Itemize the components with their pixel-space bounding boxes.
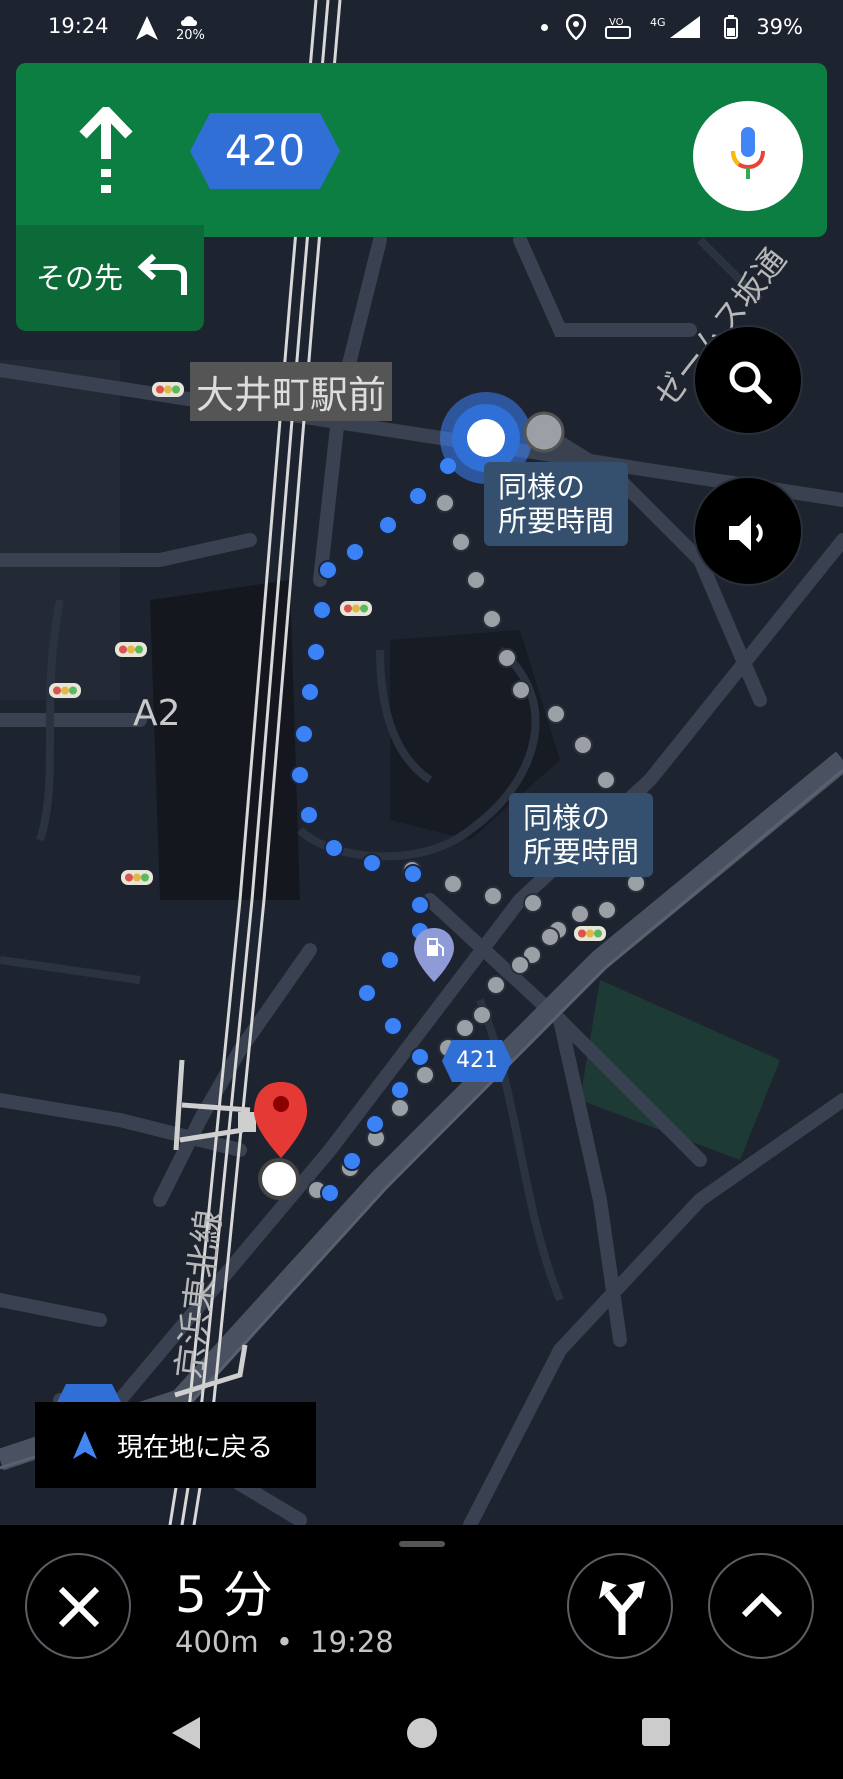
then-instruction-card[interactable]: その先 xyxy=(16,225,204,331)
weather-icon xyxy=(181,16,197,26)
home-icon[interactable] xyxy=(405,1716,439,1750)
navigation-status-icon xyxy=(136,16,158,40)
weather-percent: 20% xyxy=(176,28,205,43)
svg-text:4G: 4G xyxy=(650,16,666,29)
arrival-time: 19:28 xyxy=(310,1625,394,1659)
chevron-up-icon xyxy=(741,1592,783,1618)
turn-left-icon xyxy=(137,253,187,295)
alternate-routes-button[interactable] xyxy=(567,1553,673,1659)
notification-dot-icon xyxy=(541,23,549,31)
search-icon xyxy=(729,361,772,404)
trip-details: 400m • 19:28 xyxy=(175,1625,394,1659)
route-end-marker xyxy=(258,1158,300,1200)
svg-text:VO: VO xyxy=(609,17,624,28)
recents-icon[interactable] xyxy=(640,1716,672,1748)
sound-button[interactable] xyxy=(693,476,803,586)
alt-route-callout-2[interactable]: 同様の 所要時間 xyxy=(509,793,654,877)
volte-icon: VO xyxy=(605,17,632,39)
status-bar: 19:24 20% VO 4G 39% xyxy=(0,0,843,56)
road-number: 420 xyxy=(224,126,306,175)
voice-search-button[interactable] xyxy=(693,101,803,211)
expand-panel-button[interactable] xyxy=(708,1553,814,1659)
trip-duration: 5 分 xyxy=(175,1566,273,1624)
system-navigation-bar xyxy=(0,1685,843,1779)
status-time: 19:24 xyxy=(48,14,109,38)
close-navigation-button[interactable] xyxy=(25,1553,131,1659)
back-icon[interactable] xyxy=(170,1715,204,1751)
route-shield-partial xyxy=(56,1384,122,1404)
battery-percent: 39% xyxy=(756,15,803,39)
location-icon xyxy=(566,14,587,40)
fork-route-icon xyxy=(599,1581,645,1635)
then-label: その先 xyxy=(36,261,124,295)
alt-route-callout-1[interactable]: 同様の 所要時間 xyxy=(484,462,629,546)
trip-summary-panel: 5 分 400m • 19:28 xyxy=(0,1525,843,1685)
area-label: A2 xyxy=(133,693,181,734)
route-shield-420-text-wrap: 420 xyxy=(190,113,340,189)
station-label: 大井町駅前 xyxy=(190,362,393,421)
trip-separator: • xyxy=(275,1625,293,1659)
speaker-icon xyxy=(729,515,763,551)
signal-icon: 4G xyxy=(650,16,701,38)
route-shield-421-label: 421 xyxy=(456,1048,498,1073)
trip-distance: 400m xyxy=(175,1625,259,1659)
battery-icon xyxy=(724,15,739,39)
navigation-arrow-icon xyxy=(73,1431,97,1459)
straight-arrow-icon xyxy=(79,107,133,193)
recenter-label: 現在地に戻る xyxy=(117,1432,274,1463)
search-button[interactable] xyxy=(693,325,803,435)
recenter-button[interactable]: 現在地に戻る xyxy=(35,1402,316,1488)
mic-icon xyxy=(731,127,765,179)
close-icon xyxy=(58,1586,100,1628)
drag-handle[interactable] xyxy=(399,1541,445,1547)
